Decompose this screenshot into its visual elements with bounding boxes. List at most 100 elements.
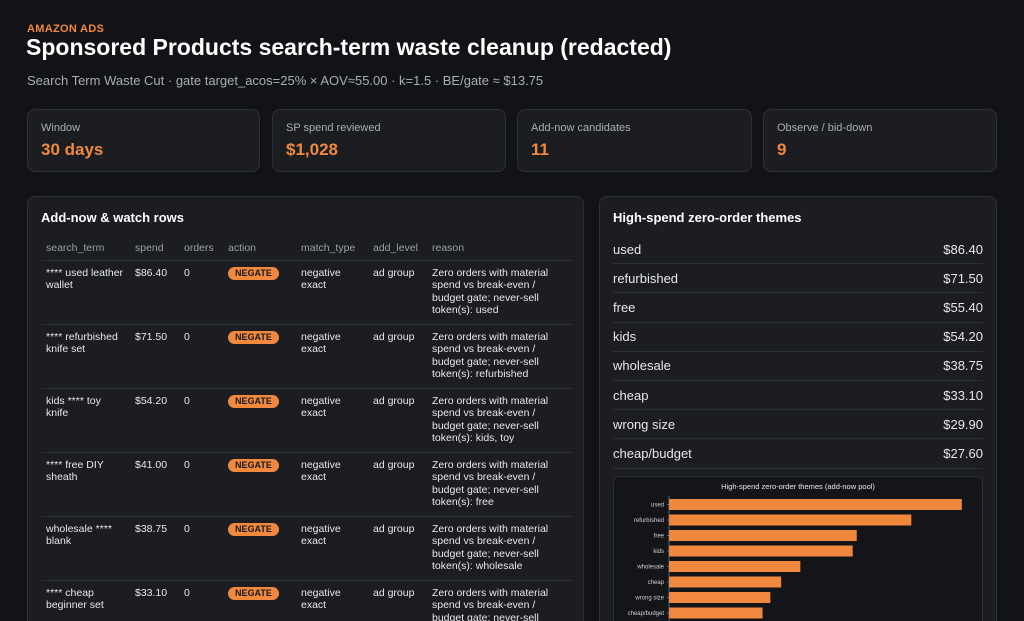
cell-spend: $71.50 [130, 324, 179, 389]
cell-match-type: negative exact [296, 324, 368, 389]
cell-match-type: negative exact [296, 388, 368, 453]
theme-value: $38.75 [943, 358, 983, 374]
table-row[interactable]: kids **** toy knife $54.20 0 NEGATE nega… [41, 388, 572, 453]
column-header[interactable]: orders [179, 237, 223, 261]
kpi-add-now: Add-now candidates 11 [517, 109, 752, 172]
chart-bar [669, 592, 771, 603]
themes-panel-title: High-spend zero-order themes [613, 210, 802, 225]
rows-panel-title: Add-now & watch rows [41, 210, 184, 225]
kpi-value: 9 [777, 140, 787, 159]
cell-add-level: ad group [368, 452, 427, 517]
column-header[interactable]: reason [427, 237, 572, 261]
table-header-row: search_term spend orders action match_ty… [41, 237, 572, 261]
cell-orders: 0 [179, 260, 223, 325]
kpi-value: 11 [531, 140, 549, 159]
cell-action: NEGATE [223, 516, 296, 581]
column-header[interactable]: action [223, 237, 296, 261]
negate-badge[interactable]: NEGATE [228, 266, 279, 280]
table-row[interactable]: **** used leather wallet $86.40 0 NEGATE… [41, 260, 572, 325]
cell-search-term: wholesale **** blank [41, 516, 130, 581]
cell-action: NEGATE [223, 324, 296, 389]
chart-category-label: free [654, 534, 665, 540]
column-header[interactable]: search_term [41, 237, 130, 261]
list-item: kids $54.20 [613, 323, 983, 352]
chart-bar [669, 545, 853, 557]
theme-value: $33.10 [943, 387, 983, 403]
cell-add-level: ad group [368, 324, 427, 389]
column-header[interactable]: add_level [368, 237, 427, 261]
chart-bar [669, 576, 782, 588]
negate-badge[interactable]: NEGATE [228, 330, 279, 344]
theme-value: $54.20 [943, 329, 983, 345]
cell-match-type: negative exact [296, 452, 368, 517]
cell-reason: Zero orders with material spend vs break… [427, 260, 572, 325]
themes-chart: High-spend zero-order themes (add-now po… [613, 476, 983, 621]
chart-bar [669, 530, 857, 541]
kpi-observe: Observe / bid-down 9 [763, 109, 997, 172]
kpi-label: SP spend reviewed [286, 122, 381, 134]
cell-action: NEGATE [223, 388, 296, 453]
kpi-value: $1,028 [286, 140, 338, 159]
theme-value: $86.40 [943, 241, 983, 257]
column-header[interactable]: spend [130, 237, 179, 261]
theme-name: refurbished [613, 270, 679, 286]
kpi-label: Window [41, 122, 81, 134]
chart-marks: used refurbished free kids wholesale cheap wro… [628, 496, 962, 621]
cell-orders: 0 [179, 324, 223, 389]
chart-category-label: wrong size [634, 596, 664, 602]
cell-orders: 0 [179, 516, 223, 581]
kpi-label: Add-now candidates [531, 122, 631, 134]
cell-spend: $33.10 [130, 580, 179, 621]
negate-badge[interactable]: NEGATE [228, 458, 279, 472]
list-item: used $86.40 [613, 235, 983, 265]
kpi-value: 30 days [41, 140, 104, 159]
list-item: free $55.40 [613, 293, 983, 323]
theme-name: cheap [613, 387, 649, 403]
chart-category-label: cheap/budget [628, 611, 665, 617]
column-header[interactable]: match_type [296, 237, 368, 261]
cell-search-term: **** used leather wallet [41, 260, 130, 325]
themes-bar-chart: High-spend zero-order themes (add-now po… [628, 482, 962, 621]
table-row[interactable]: **** free DIY sheath $41.00 0 NEGATE neg… [41, 452, 572, 517]
list-item: wrong size $29.90 [613, 410, 983, 440]
table-row[interactable]: wholesale **** blank $38.75 0 NEGATE neg… [41, 516, 572, 581]
chart-title: High-spend zero-order themes (add-now po… [721, 482, 875, 491]
cell-add-level: ad group [368, 388, 427, 453]
chart-bar [669, 561, 801, 572]
themes-panel[interactable]: High-spend zero-order themes used $86.40 … [599, 196, 997, 621]
theme-value: $27.60 [943, 445, 983, 461]
cell-search-term: **** refurbished knife set [41, 324, 130, 389]
negate-badge[interactable]: NEGATE [228, 522, 279, 536]
cell-spend: $41.00 [130, 452, 179, 517]
cell-spend: $54.20 [130, 388, 179, 453]
chart-category-label: refurbished [634, 518, 664, 524]
list-item: cheap $33.10 [613, 381, 983, 411]
theme-name: used [613, 241, 642, 257]
kpi-sp-spend: SP spend reviewed $1,028 [272, 109, 506, 172]
table-row[interactable]: **** refurbished knife set $71.50 0 NEGA… [41, 324, 572, 389]
negate-badge[interactable]: NEGATE [228, 586, 279, 600]
theme-name: free [613, 299, 636, 315]
negate-badge[interactable]: NEGATE [228, 394, 279, 408]
rows-panel[interactable]: Add-now & watch rows search_term spend o… [27, 196, 584, 621]
cell-reason: Zero orders with material spend vs break… [427, 324, 572, 389]
cell-search-term: **** free DIY sheath [41, 452, 130, 517]
chart-category-label: cheap [648, 580, 665, 586]
cell-spend: $86.40 [130, 260, 179, 325]
cell-add-level: ad group [368, 580, 427, 621]
cell-match-type: negative exact [296, 580, 368, 621]
list-item: refurbished $71.50 [613, 264, 983, 294]
cell-spend: $38.75 [130, 516, 179, 581]
cell-add-level: ad group [368, 260, 427, 325]
chart-bar [669, 514, 912, 526]
theme-value: $55.40 [943, 299, 983, 315]
list-item: cheap/budget $27.60 [613, 439, 983, 469]
cell-reason: Zero orders with material spend vs break… [427, 580, 572, 621]
theme-name: cheap/budget [613, 445, 692, 461]
cell-action: NEGATE [223, 452, 296, 517]
cell-search-term: **** cheap beginner set [41, 580, 130, 621]
table-row[interactable]: **** cheap beginner set $33.10 0 NEGATE … [41, 580, 572, 621]
cell-add-level: ad group [368, 516, 427, 581]
cell-match-type: negative exact [296, 516, 368, 581]
themes-list: used $86.40 refurbished $71.50 free $55.40 … [613, 235, 983, 469]
